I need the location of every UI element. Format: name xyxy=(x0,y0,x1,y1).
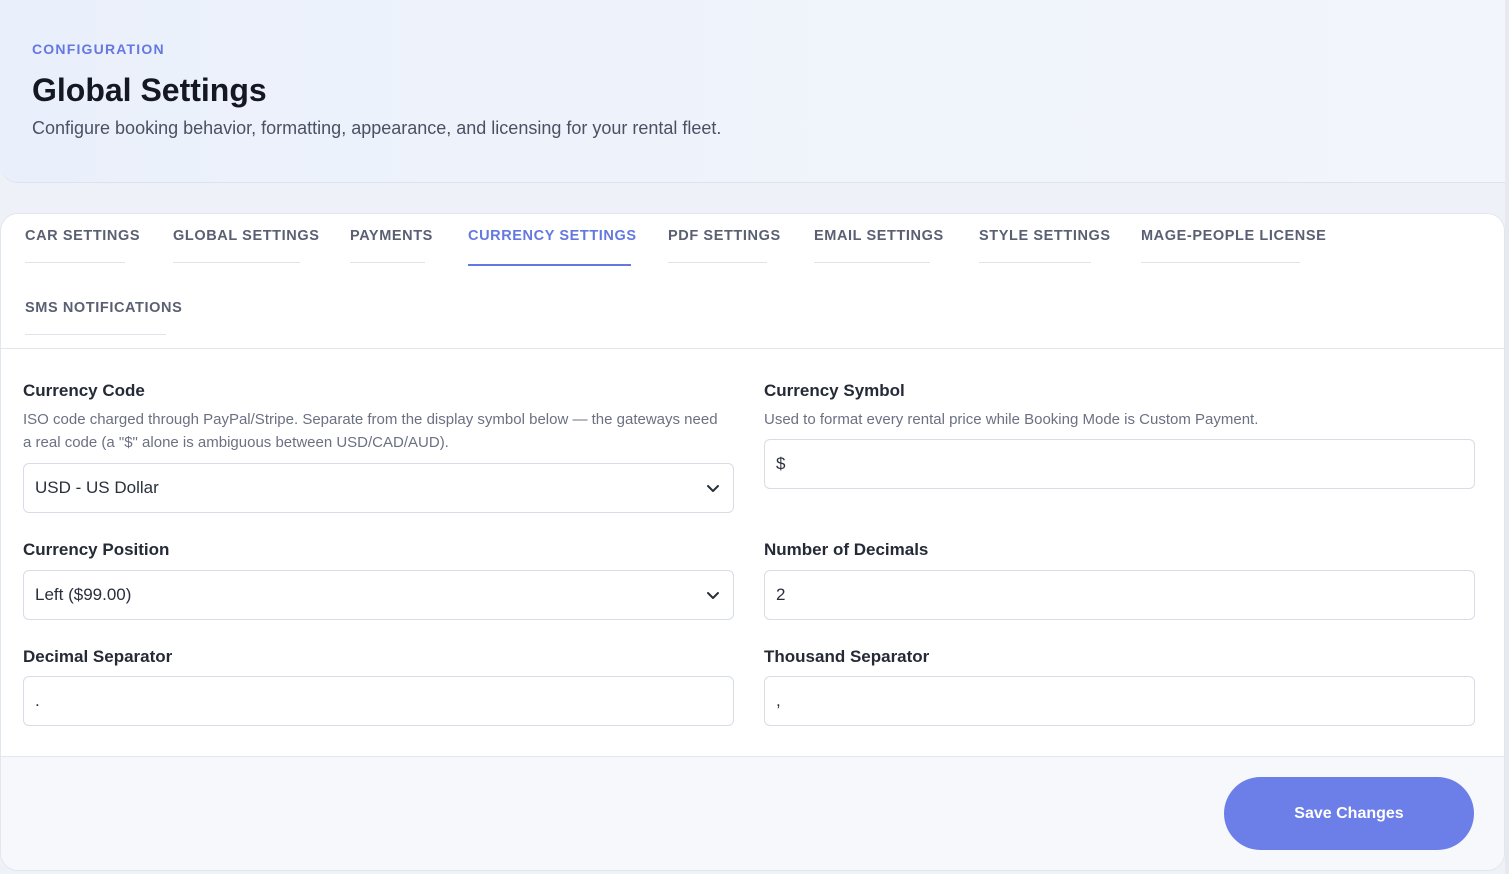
currency-symbol-label: Currency Symbol xyxy=(764,381,905,400)
tab-underline xyxy=(814,262,930,263)
page-subtitle: Configure booking behavior, formatting, … xyxy=(32,118,722,138)
settings-card: CAR SETTINGS GLOBAL SETTINGS PAYMENTS CU… xyxy=(0,213,1505,871)
tab-label: CAR SETTINGS xyxy=(25,228,141,244)
chevron-down-icon xyxy=(707,592,719,599)
tab-label: GLOBAL SETTINGS xyxy=(173,228,320,244)
tab-underline xyxy=(979,262,1091,263)
tab-label: CURRENCY SETTINGS xyxy=(468,228,637,244)
thousand-separator-value: , xyxy=(776,691,781,710)
currency-position-select[interactable]: Left ($99.00) xyxy=(23,570,734,620)
thousand-separator-label: Thousand Separator xyxy=(764,647,930,666)
tab-sms-notifications[interactable]: SMS NOTIFICATIONS xyxy=(25,286,183,336)
tab-underline xyxy=(173,262,300,263)
currency-code-select[interactable]: USD - US Dollar xyxy=(23,463,734,513)
currency-code-label: Currency Code xyxy=(23,381,145,400)
tab-underline xyxy=(668,262,767,263)
currency-code-value: USD - US Dollar xyxy=(35,478,159,497)
tab-label: STYLE SETTINGS xyxy=(979,228,1111,244)
tab-pdf-settings[interactable]: PDF SETTINGS xyxy=(668,214,781,264)
decimal-separator-value: . xyxy=(35,691,40,710)
tabs-divider xyxy=(1,348,1504,349)
number-of-decimals-value: 2 xyxy=(776,585,786,604)
tab-underline xyxy=(468,264,631,266)
page-header: CONFIGURATION Global Settings Configure … xyxy=(0,0,1509,183)
currency-code-help: ISO code charged through PayPal/Stripe. … xyxy=(23,411,718,451)
currency-position-label: Currency Position xyxy=(23,540,170,559)
tab-underline xyxy=(25,334,166,335)
tab-label: PDF SETTINGS xyxy=(668,228,781,244)
section-eyebrow: CONFIGURATION xyxy=(32,41,165,57)
currency-symbol-input[interactable]: $ xyxy=(764,439,1475,489)
currency-position-value: Left ($99.00) xyxy=(35,585,132,604)
currency-symbol-help: Used to format every rental price while … xyxy=(764,411,1259,428)
tab-label: SMS NOTIFICATIONS xyxy=(25,300,183,316)
page-scrollbar[interactable] xyxy=(1505,0,1509,874)
tab-underline xyxy=(350,262,425,263)
thousand-separator-input[interactable]: , xyxy=(764,676,1475,726)
tab-mage-people-license[interactable]: MAGE-PEOPLE LICENSE xyxy=(1141,214,1327,264)
tab-currency-settings[interactable]: CURRENCY SETTINGS xyxy=(468,214,637,266)
tab-underline xyxy=(25,262,125,263)
tab-car-settings[interactable]: CAR SETTINGS xyxy=(25,214,141,264)
tab-label: PAYMENTS xyxy=(350,228,433,244)
tab-style-settings[interactable]: STYLE SETTINGS xyxy=(979,214,1111,264)
tab-email-settings[interactable]: EMAIL SETTINGS xyxy=(814,214,944,264)
number-of-decimals-label: Number of Decimals xyxy=(764,540,929,559)
chevron-down-icon xyxy=(707,485,719,492)
tab-global-settings[interactable]: GLOBAL SETTINGS xyxy=(173,214,320,264)
decimal-separator-label: Decimal Separator xyxy=(23,647,173,666)
tab-payments[interactable]: PAYMENTS xyxy=(350,214,435,264)
number-of-decimals-input[interactable]: 2 xyxy=(764,570,1475,620)
page-title: Global Settings xyxy=(32,72,267,108)
decimal-separator-input[interactable]: . xyxy=(23,676,734,726)
tab-label: MAGE-PEOPLE LICENSE xyxy=(1141,228,1327,244)
tab-label: EMAIL SETTINGS xyxy=(814,228,944,244)
save-changes-button[interactable]: Save Changes xyxy=(1224,777,1474,850)
tab-underline xyxy=(1141,262,1300,263)
card-footer: Save Changes xyxy=(1,756,1504,870)
currency-symbol-value: $ xyxy=(776,454,786,473)
